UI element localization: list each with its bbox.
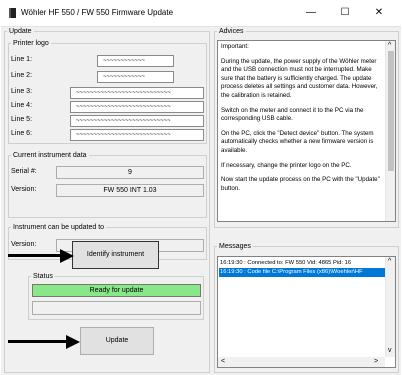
arrow-head-identify — [60, 249, 74, 263]
advices-legend: Advices — [219, 28, 244, 35]
arrow-pointer-identify — [8, 254, 66, 257]
arrow-pointer-update — [8, 340, 72, 343]
line-5-label: Line 5: — [11, 116, 33, 123]
advices-scrollbar[interactable]: ^ — [385, 41, 395, 221]
messages-listbox[interactable]: 16:19:30 : Connected to: FW 550 Vid: 486… — [217, 256, 396, 368]
line-5-field[interactable]: ~~~~~~~~~~~~~~~~~~~~~~~~~~~ — [70, 115, 204, 127]
advice-paragraph: Switch on the meter and connect it to th… — [221, 106, 364, 123]
messages-vscrollbar[interactable]: ^ v — [385, 257, 395, 357]
maximize-button[interactable]: ☐ — [334, 4, 356, 22]
update-to-legend: Instrument can be updated to — [13, 224, 105, 231]
line-1-field[interactable]: ~~~~~~~~~~~~ — [97, 55, 174, 67]
app-icon — [9, 8, 16, 18]
line-4-label: Line 4: — [11, 102, 33, 109]
advice-paragraph: If necessary, change the printer logo on… — [221, 161, 352, 169]
current-version-label: Version: — [11, 186, 37, 193]
current-version-value: FW 550 INT 1.03 — [56, 184, 204, 197]
advice-paragraph: On the PC, click the "Detect device" but… — [221, 129, 374, 154]
scroll-up-icon[interactable]: ^ — [388, 258, 391, 265]
advices-text: Important: During the update, the power … — [221, 43, 383, 199]
identify-instrument-button[interactable]: Identify instrument — [72, 241, 159, 269]
update-version-label: Version: — [11, 241, 37, 248]
scroll-left-icon[interactable]: < — [221, 358, 225, 365]
update-group-legend: Update — [9, 28, 32, 35]
message-item[interactable]: 16:19:30 : Connected to: FW 550 Vid: 486… — [219, 259, 385, 268]
status-legend: Status — [33, 273, 53, 280]
title-bar: Wöhler HF 550 / FW 550 Firmware Update —… — [0, 0, 402, 26]
scroll-up-icon[interactable]: ^ — [388, 42, 391, 49]
update-button[interactable]: Update — [80, 327, 154, 355]
scroll-right-icon[interactable]: > — [374, 358, 378, 365]
line-6-field[interactable]: ~~~~~~~~~~~~~~~~~~~~~~~~~~~ — [70, 129, 204, 141]
current-instrument-legend: Current instrument data — [13, 152, 87, 159]
line-3-label: Line 3: — [11, 88, 33, 95]
arrow-head-update — [66, 335, 80, 349]
advice-paragraph: During the update, the power supply of t… — [221, 57, 378, 99]
message-item-selected[interactable]: 16:19:30 : Code file C:\Program Files (x… — [219, 268, 385, 277]
messages-hscrollbar[interactable]: < > — [218, 357, 385, 367]
scrollbar-thumb[interactable] — [388, 51, 394, 171]
line-6-label: Line 6: — [11, 130, 33, 137]
advice-paragraph: Now start the update process on the PC w… — [221, 176, 380, 192]
serial-value: 9 — [56, 166, 204, 179]
close-button[interactable]: ✕ — [368, 4, 390, 22]
scroll-down-icon[interactable]: v — [388, 347, 392, 354]
advices-textbox[interactable]: Important: During the update, the power … — [217, 40, 396, 222]
line-2-label: Line 2: — [11, 72, 33, 79]
line-1-label: Line 1: — [11, 56, 33, 63]
messages-legend: Messages — [219, 243, 251, 250]
window-title: Wöhler HF 550 / FW 550 Firmware Update — [21, 8, 174, 17]
progress-bar — [32, 301, 201, 315]
serial-label: Serial #: — [11, 168, 37, 175]
printer-logo-legend: Printer logo — [13, 40, 49, 47]
line-3-field[interactable]: ~~~~~~~~~~~~~~~~~~~~~~~~~~~ — [70, 87, 204, 99]
advice-paragraph: Important: — [221, 43, 249, 50]
minimize-button[interactable]: — — [300, 4, 322, 22]
status-indicator: Ready for update — [32, 284, 201, 297]
line-2-field[interactable]: ~~~~~~~~~~~~ — [97, 71, 174, 83]
line-4-field[interactable]: ~~~~~~~~~~~~~~~~~~~~~~~~~~~ — [70, 101, 204, 113]
